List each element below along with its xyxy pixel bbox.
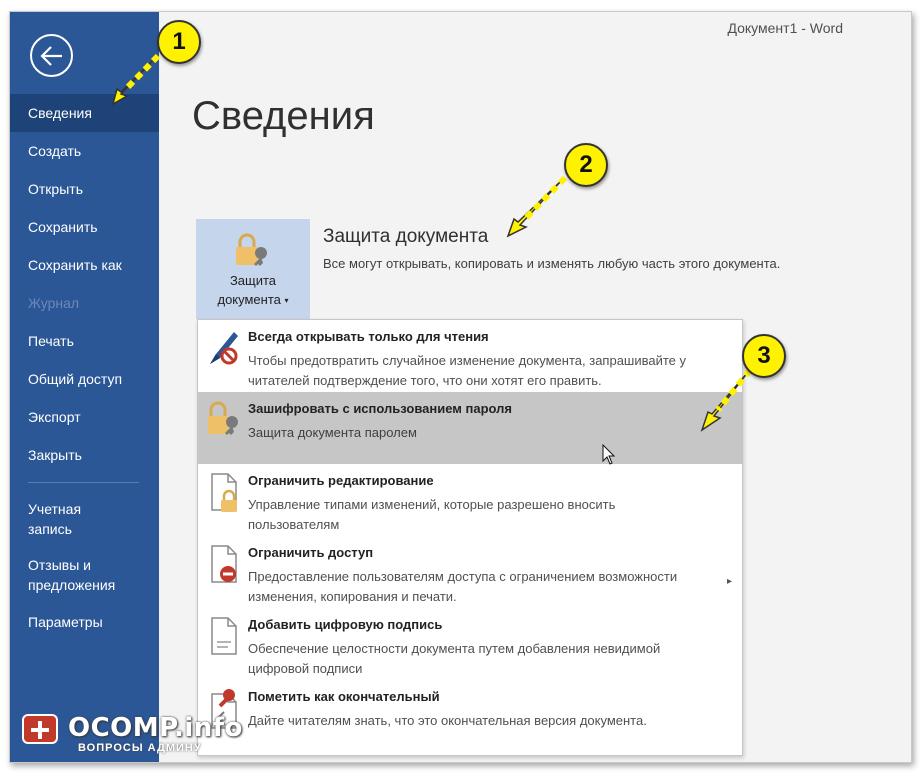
nav-item-new[interactable]: Создать	[10, 132, 159, 170]
watermark-main: OCOMP.info	[68, 713, 243, 743]
nav-item-share[interactable]: Общий доступ	[10, 360, 159, 398]
arrow-left-icon	[40, 46, 62, 66]
menu-item-title: Зашифровать с использованием пароля	[248, 401, 513, 416]
annotation-badge-2: 2	[564, 143, 608, 187]
menu-item-restrict-editing[interactable]: Ограничить редактирование Управление тип…	[198, 464, 742, 536]
menu-item-desc: Чтобы предотвратить случайное изменение …	[248, 353, 687, 388]
plus-box-icon	[22, 714, 58, 744]
nav-item-feedback[interactable]: Отзывы и предложения	[10, 547, 159, 603]
pen-no-icon	[210, 332, 238, 365]
menu-item-title: Ограничить редактирование	[248, 473, 434, 488]
doc-restrict-icon	[211, 545, 237, 583]
menu-item-restrict-access[interactable]: Ограничить доступ Предоставление пользов…	[198, 536, 742, 608]
annotation-badge-1: 1	[157, 20, 201, 64]
feedback-label-line1: Отзывы и	[28, 557, 91, 573]
protect-document-button[interactable]: Защита документа ▾	[196, 219, 310, 319]
account-label-line1: Учетная	[28, 501, 82, 517]
nav-item-account[interactable]: Учетная запись	[10, 491, 159, 547]
menu-item-title: Пометить как окончательный	[248, 689, 440, 704]
menu-item-title: Ограничить доступ	[248, 545, 374, 560]
nav-item-history: Журнал	[28, 295, 80, 311]
nav-item-save[interactable]: Сохранить	[10, 208, 159, 246]
account-label-line2: запись	[28, 521, 72, 537]
protect-dropdown-menu: Всегда открывать только для чтения Чтобы…	[197, 319, 743, 756]
nav-item-options[interactable]: Параметры	[10, 603, 159, 641]
nav-item-close[interactable]: Закрыть	[10, 436, 159, 474]
section-description: Все могут открывать, копировать и изменя…	[323, 256, 781, 271]
protect-button-line2: документа	[217, 292, 281, 307]
nav-divider	[28, 482, 139, 483]
back-button[interactable]	[30, 34, 73, 77]
backstage-nav: Сведения Создать Открыть Сохранить Сохра…	[10, 94, 159, 641]
caret-down-icon: ▾	[284, 296, 289, 306]
nav-item-print[interactable]: Печать	[10, 322, 159, 360]
menu-item-title: Добавить цифровую подпись	[248, 617, 443, 632]
nav-item-info[interactable]: Сведения	[10, 94, 159, 132]
word-backstage-window: Сведения Создать Открыть Сохранить Сохра…	[9, 11, 912, 763]
protect-button-line1: Защита	[229, 273, 277, 288]
menu-item-desc: Управление типами изменений, которые раз…	[248, 497, 616, 532]
menu-item-desc: Предоставление пользователям доступа с о…	[248, 569, 678, 604]
nav-item-save-as[interactable]: Сохранить как	[10, 246, 159, 284]
menu-item-desc: Дайте читателям знать, что это окончател…	[248, 713, 647, 728]
menu-item-always-read-only[interactable]: Всегда открывать только для чтения Чтобы…	[198, 320, 742, 392]
menu-item-add-signature[interactable]: Добавить цифровую подпись Обеспечение це…	[198, 608, 742, 680]
doc-ribbon-icon	[211, 617, 237, 655]
window-title: Документ1 - Word	[727, 20, 843, 36]
page-title: Сведения	[192, 94, 375, 138]
menu-item-mark-final[interactable]: Пометить как окончательный Дайте читател…	[198, 680, 742, 752]
mouse-cursor-icon	[602, 444, 616, 465]
nav-item-open[interactable]: Открыть	[10, 170, 159, 208]
menu-item-title: Всегда открывать только для чтения	[248, 329, 489, 344]
backstage-sidebar: Сведения Создать Открыть Сохранить Сохра…	[10, 12, 159, 762]
lock-key-icon	[208, 401, 238, 435]
watermark-sub: ВОПРОСЫ АДМИНУ	[78, 742, 202, 754]
menu-item-encrypt-password[interactable]: Зашифровать с использованием пароля Защи…	[198, 392, 742, 464]
annotation-badge-3: 3	[742, 334, 786, 378]
lock-key-icon	[236, 233, 267, 266]
menu-item-desc: Защита документа паролем	[248, 425, 417, 440]
menu-item-desc: Обеспечение целостности документа путем …	[248, 641, 661, 676]
doc-lock-icon	[211, 473, 237, 512]
nav-item-export[interactable]: Экспорт	[10, 398, 159, 436]
feedback-label-line2: предложения	[28, 577, 116, 593]
submenu-arrow-icon: ▸	[726, 576, 732, 587]
section-title: Защита документа	[323, 226, 489, 247]
